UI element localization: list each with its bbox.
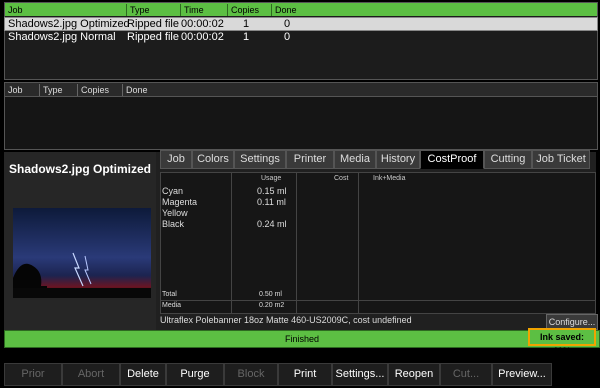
tab-printer[interactable]: Printer xyxy=(286,150,334,169)
ink-name-yellow: Yellow xyxy=(162,208,188,218)
prior-button[interactable]: Prior xyxy=(4,363,62,386)
tab-job-ticket[interactable]: Job Ticket xyxy=(532,150,590,169)
col-type[interactable]: Type xyxy=(126,4,178,16)
job-title: Shadows2.jpg Optimized xyxy=(8,162,151,176)
progress-bar: Finished xyxy=(4,330,600,348)
ink-name-magenta: Magenta xyxy=(162,197,198,207)
queue-header: Job Type Copies Done xyxy=(5,83,597,97)
cost-header: Cost xyxy=(334,175,349,182)
preview-button[interactable]: Preview... xyxy=(492,363,552,386)
tab-cutting[interactable]: Cutting xyxy=(484,150,532,169)
abort-button[interactable]: Abort xyxy=(62,363,120,386)
costproof-table: Usage Cost Ink+Media Cyan 0.15 ml Magent… xyxy=(160,172,596,314)
job-list[interactable]: Job Type Time Copies Done Shadows2.jpg O… xyxy=(4,2,598,80)
tab-colors[interactable]: Colors xyxy=(192,150,234,169)
tab-job[interactable]: Job xyxy=(160,150,192,169)
cut-button[interactable]: Cut... xyxy=(440,363,492,386)
col-divider xyxy=(296,173,297,313)
tab-settings[interactable]: Settings xyxy=(234,150,286,169)
media-description: Ultraflex Polebanner 18oz Matte 460-US20… xyxy=(160,315,412,325)
usage-header: Usage xyxy=(261,175,282,182)
tab-history[interactable]: History xyxy=(376,150,420,169)
reopen-button[interactable]: Reopen xyxy=(388,363,440,386)
print-button[interactable]: Print xyxy=(278,363,332,386)
queue-col-copies[interactable]: Copies xyxy=(77,84,121,96)
col-done[interactable]: Done xyxy=(271,4,335,16)
ink-usage-cyan: 0.15 ml xyxy=(257,186,287,196)
media-value: 0.20 m2 xyxy=(259,302,285,309)
queue-col-type[interactable]: Type xyxy=(39,84,75,96)
job-row-1[interactable]: Shadows2.jpg Normal Ripped file 00:00:02… xyxy=(5,31,597,43)
block-button[interactable]: Block xyxy=(224,363,278,386)
queue-col-done[interactable]: Done xyxy=(122,84,186,96)
col-divider xyxy=(231,173,232,313)
ink-saved-indicator: Ink saved: 11% xyxy=(528,328,596,356)
ink-usage-black: 0.24 ml xyxy=(257,219,287,229)
ink-name-black: Black xyxy=(162,219,185,229)
ink-name-cyan: Cyan xyxy=(162,186,184,196)
col-divider xyxy=(358,173,359,313)
job-row-0[interactable]: Shadows2.jpg Optimized Ripped file 00:00… xyxy=(4,17,598,31)
info-tabs: Job Colors Settings Printer Media Histor… xyxy=(160,150,596,169)
tab-media[interactable]: Media xyxy=(334,150,376,169)
total-value: 0.50 ml xyxy=(259,291,282,298)
queue-list[interactable]: Job Type Copies Done xyxy=(4,82,598,150)
col-job[interactable]: Job xyxy=(5,4,126,16)
status-text: Finished xyxy=(284,334,320,344)
thumbnail-image xyxy=(13,252,151,298)
total-label: Total xyxy=(162,291,177,298)
media-label: Media xyxy=(162,302,182,309)
ink-media-header: Ink+Media xyxy=(373,175,406,182)
job-list-header: Job Type Time Copies Done xyxy=(5,3,597,16)
col-time[interactable]: Time xyxy=(180,4,230,16)
queue-col-job[interactable]: Job xyxy=(5,84,38,96)
job-thumbnail xyxy=(13,208,151,298)
purge-button[interactable]: Purge xyxy=(166,363,224,386)
col-copies[interactable]: Copies xyxy=(227,4,273,16)
ink-usage-magenta: 0.11 ml xyxy=(257,197,286,207)
tab-costproof[interactable]: CostProof xyxy=(420,150,484,169)
settings-button[interactable]: Settings... xyxy=(332,363,388,386)
delete-button[interactable]: Delete xyxy=(120,363,166,386)
